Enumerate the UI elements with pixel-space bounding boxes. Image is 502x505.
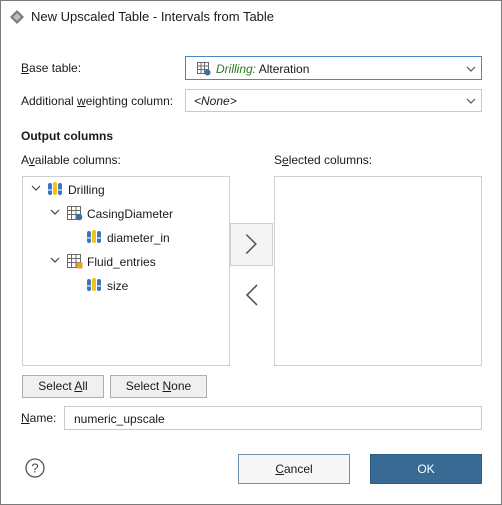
weighting-label: Additional weighting column: bbox=[21, 94, 174, 108]
app-logo-icon bbox=[10, 10, 24, 24]
tree-item-label: Fluid_entries bbox=[87, 255, 156, 269]
table-icon bbox=[67, 206, 83, 221]
tree-item-label: Drilling bbox=[68, 183, 105, 197]
column-icon bbox=[87, 230, 101, 243]
remove-column-button[interactable] bbox=[230, 274, 273, 317]
base-table-combo[interactable]: Drilling: Alteration bbox=[185, 56, 482, 80]
dialog-window: New Upscaled Table - Intervals from Tabl… bbox=[0, 0, 502, 505]
title-bar: New Upscaled Table - Intervals from Tabl… bbox=[1, 1, 501, 32]
available-columns-tree[interactable]: Drilling CasingDiameter diameter_in Flui… bbox=[22, 176, 230, 366]
tree-item-drilling[interactable]: Drilling bbox=[23, 180, 229, 198]
weighting-combo[interactable]: <None> bbox=[185, 89, 482, 112]
chevron-left-icon bbox=[245, 284, 258, 306]
name-input-value: numeric_upscale bbox=[74, 412, 165, 426]
chevron-down-icon bbox=[466, 66, 476, 72]
tree-item-label: size bbox=[107, 279, 129, 293]
ok-button[interactable]: OK bbox=[370, 454, 482, 484]
tree-item-label: diameter_in bbox=[107, 231, 170, 245]
tree-item-casingdiameter[interactable]: CasingDiameter bbox=[23, 204, 229, 222]
chevron-down-icon[interactable] bbox=[31, 184, 41, 192]
output-columns-title: Output columns bbox=[21, 129, 113, 143]
select-all-button[interactable]: Select All bbox=[22, 375, 104, 398]
cancel-button[interactable]: Cancel bbox=[238, 454, 350, 484]
select-none-button[interactable]: Select None bbox=[110, 375, 207, 398]
chevron-down-icon[interactable] bbox=[50, 256, 60, 264]
base-table-source: Drilling: bbox=[216, 62, 257, 76]
chevron-down-icon[interactable] bbox=[50, 208, 60, 216]
svg-text:?: ? bbox=[31, 461, 38, 476]
base-table-label: Base table: bbox=[21, 61, 82, 75]
chevron-right-icon bbox=[245, 233, 257, 255]
chevron-down-icon bbox=[466, 98, 476, 104]
tree-item-label: CasingDiameter bbox=[87, 207, 174, 221]
table-icon bbox=[197, 62, 211, 76]
available-columns-label: Available columns: bbox=[21, 153, 121, 167]
window-title: New Upscaled Table - Intervals from Tabl… bbox=[31, 9, 275, 24]
name-input[interactable]: numeric_upscale bbox=[64, 406, 482, 430]
table-icon bbox=[67, 254, 83, 269]
tree-item-size[interactable]: size bbox=[23, 276, 229, 294]
weighting-value: <None> bbox=[194, 94, 237, 108]
help-icon[interactable]: ? bbox=[25, 458, 45, 478]
column-icon bbox=[87, 278, 101, 291]
selected-columns-label: Selected columns: bbox=[274, 153, 373, 167]
base-table-value: Alteration bbox=[258, 62, 310, 76]
name-label: Name: bbox=[21, 411, 57, 425]
tree-item-fluid-entries[interactable]: Fluid_entries bbox=[23, 252, 229, 270]
database-icon bbox=[48, 182, 62, 195]
selected-columns-list[interactable] bbox=[274, 176, 482, 366]
tree-item-diameter-in[interactable]: diameter_in bbox=[23, 228, 229, 246]
add-column-button[interactable] bbox=[230, 223, 273, 266]
